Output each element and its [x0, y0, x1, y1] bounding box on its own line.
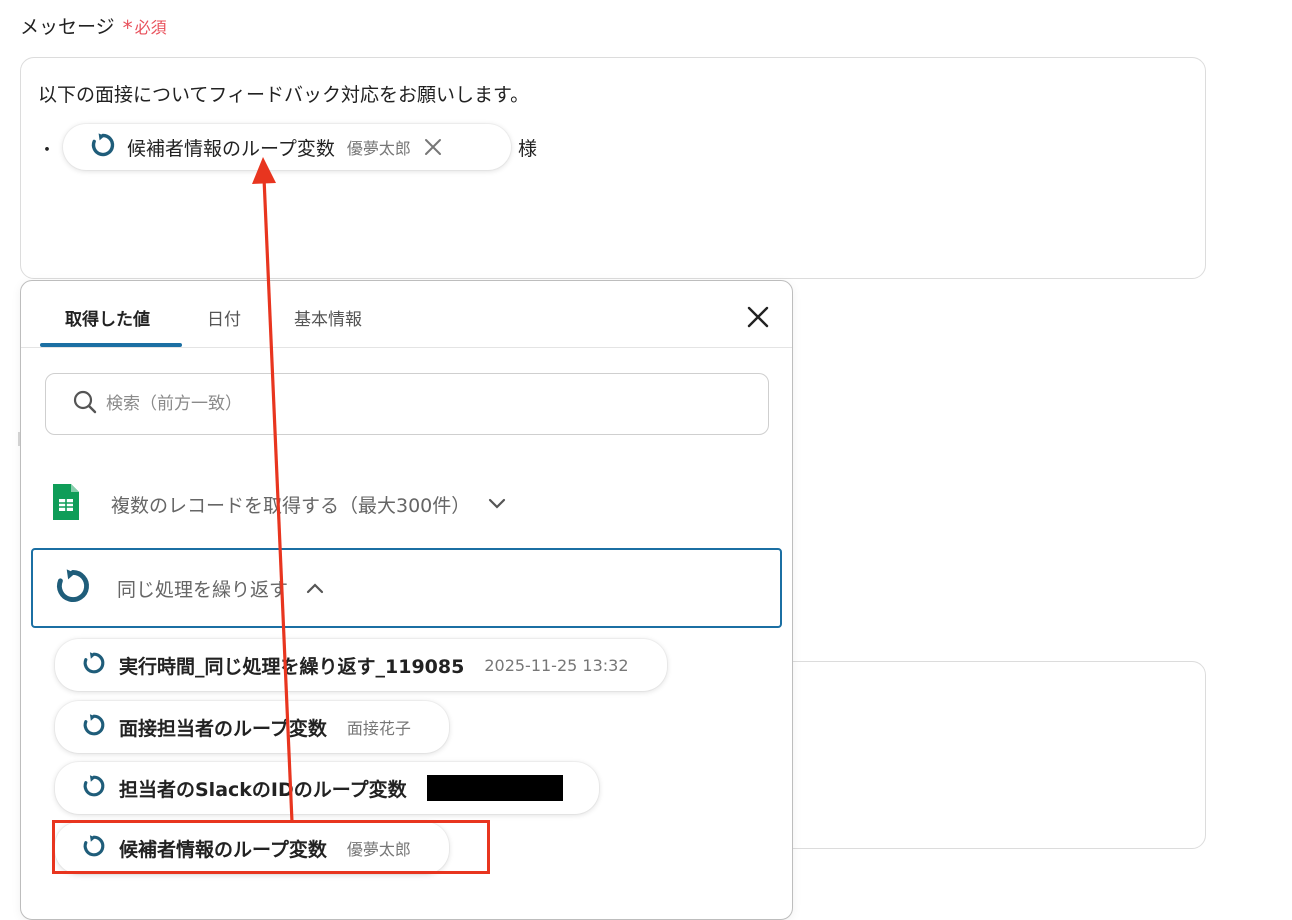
- item-value: 2025-11-25 13:32: [484, 655, 629, 675]
- google-sheets-icon: [51, 482, 81, 526]
- required-badge: * 必須: [122, 16, 167, 40]
- variable-picker-panel: 取得した値 日付 基本情報 複数のレコードを取得する（最大300件） 同じ処理を…: [20, 280, 793, 920]
- section-label: 複数のレコードを取得する（最大300件）: [111, 494, 471, 517]
- item-label: 面接担当者のループ変数: [119, 717, 327, 740]
- tab-fetched-values[interactable]: 取得した値: [65, 305, 150, 330]
- loop-icon: [81, 650, 107, 680]
- item-value: 面接花子: [346, 719, 411, 738]
- item-value: 優夢太郎: [346, 840, 411, 859]
- loop-icon: [81, 773, 107, 803]
- search-icon: [72, 389, 98, 419]
- inserted-variable-chip[interactable]: 候補者情報のループ変数 優夢太郎: [63, 124, 511, 170]
- message-bullet: ・: [38, 140, 56, 161]
- chip-value: 優夢太郎: [346, 139, 411, 158]
- search-box[interactable]: [45, 373, 769, 435]
- message-line-1: 以下の面接についてフィードバック対応をお願いします。: [38, 84, 530, 106]
- variable-item[interactable]: 担当者のSlackのIDのループ変数: [55, 762, 599, 814]
- tab-basic-info[interactable]: 基本情報: [294, 305, 362, 330]
- message-field-label: メッセージ * 必須: [20, 12, 167, 40]
- variable-item[interactable]: 面接担当者のループ変数 面接花子: [55, 701, 449, 753]
- item-label: 候補者情報のループ変数: [119, 838, 327, 861]
- required-text: 必須: [134, 18, 167, 37]
- message-suffix: 様: [518, 138, 538, 160]
- search-input[interactable]: [104, 393, 708, 415]
- section-label: 同じ処理を繰り返す: [117, 578, 289, 601]
- item-label: 実行時間_同じ処理を繰り返す_119085: [119, 655, 465, 678]
- message-editor[interactable]: 以下の面接についてフィードバック対応をお願いします。 ・ 候補者情報のループ変数…: [20, 57, 1206, 279]
- item-label: 担当者のSlackのIDのループ変数: [119, 778, 407, 801]
- loop-icon: [89, 131, 117, 163]
- section-loop[interactable]: 同じ処理を繰り返す: [31, 548, 782, 628]
- picker-tabs: 取得した値 日付 基本情報: [21, 281, 792, 348]
- variable-item[interactable]: 候補者情報のループ変数 優夢太郎: [55, 822, 449, 874]
- loop-icon: [81, 712, 107, 742]
- active-tab-indicator: [40, 343, 182, 347]
- chip-remove-icon[interactable]: [423, 137, 443, 157]
- chevron-up-icon[interactable]: [306, 582, 324, 594]
- tab-date[interactable]: 日付: [207, 305, 241, 330]
- chevron-down-icon[interactable]: [488, 498, 506, 510]
- message-label-text: メッセージ: [20, 16, 115, 38]
- required-asterisk: *: [122, 16, 133, 40]
- variable-item[interactable]: 実行時間_同じ処理を繰り返す_119085 2025-11-25 13:32: [55, 639, 667, 691]
- redacted-value: [426, 775, 563, 801]
- section-google-sheets[interactable]: 複数のレコードを取得する（最大300件）: [51, 479, 506, 529]
- next-field-box[interactable]: [760, 661, 1206, 849]
- chip-label: 候補者情報のループ変数: [127, 137, 335, 160]
- loop-icon: [81, 833, 107, 863]
- close-icon[interactable]: [746, 305, 770, 333]
- loop-icon: [53, 566, 93, 610]
